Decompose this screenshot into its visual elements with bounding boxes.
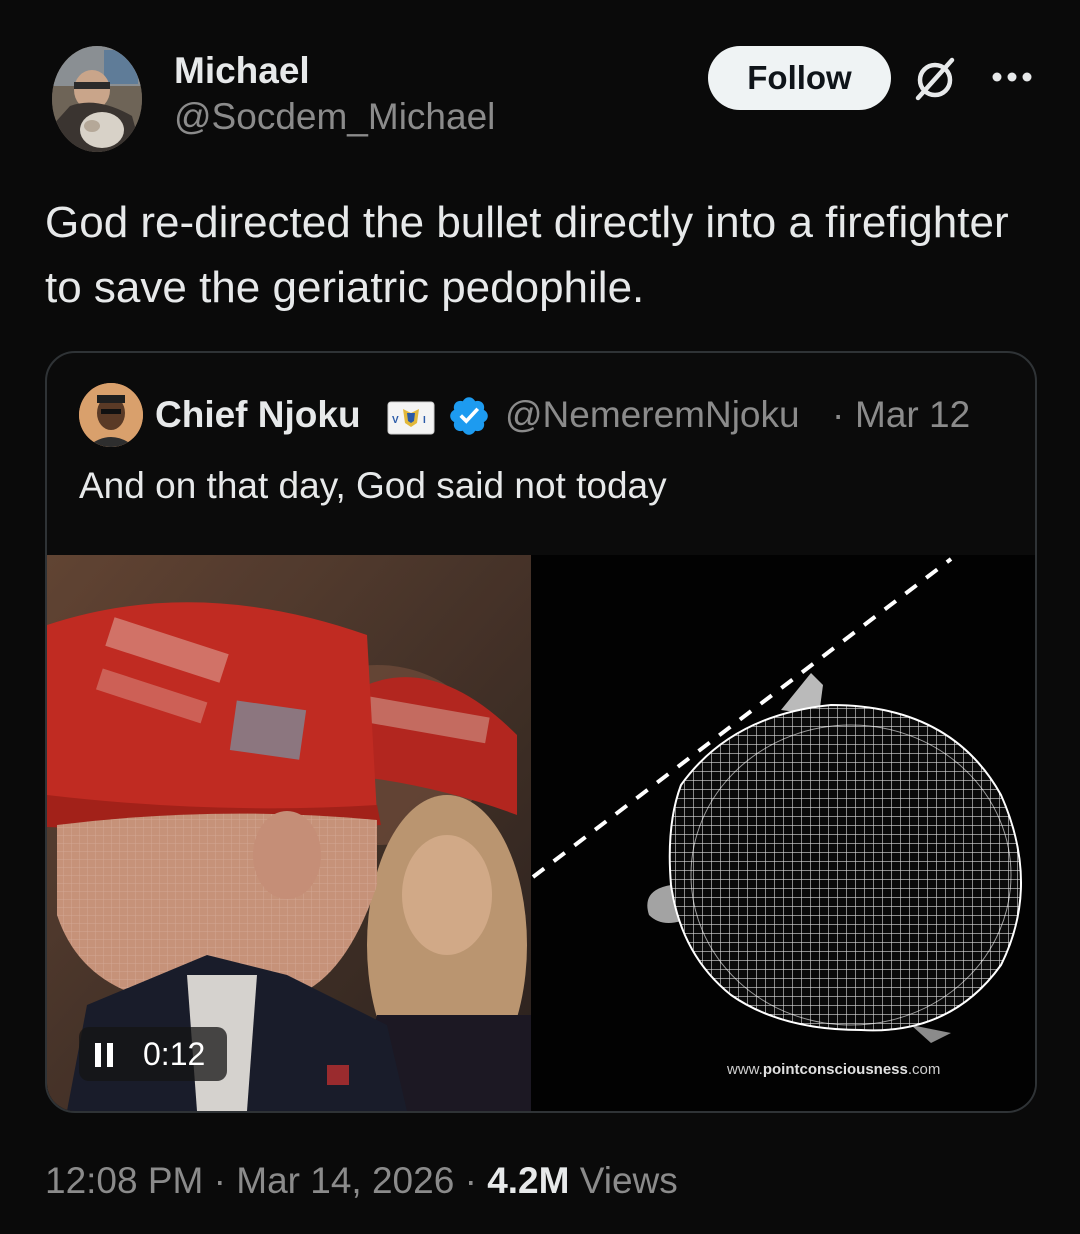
tweet-text: God re-directed the bullet directly into… xyxy=(45,198,1009,312)
separator-dot: · xyxy=(832,394,845,435)
quoted-author-name[interactable]: Chief Njoku xyxy=(155,393,361,437)
svg-text:V: V xyxy=(392,415,399,426)
tweet-date[interactable]: Mar 14, 2026 xyxy=(236,1160,454,1201)
tweet-header: Michael @Socdem_Michael Follow xyxy=(52,44,1042,156)
views-label[interactable]: Views xyxy=(580,1160,678,1201)
verified-badge-icon xyxy=(447,394,491,438)
video-time: 0:12 xyxy=(143,1036,206,1072)
author-name-block[interactable]: Michael @Socdem_Michael xyxy=(174,48,495,140)
watermark-prefix: www. xyxy=(727,1061,763,1078)
meta-separator: · xyxy=(213,1160,226,1201)
video-player[interactable]: www.pointconsciousness.com 0:12 xyxy=(47,555,1035,1111)
svg-text:I: I xyxy=(423,415,426,426)
quoted-tweet-date[interactable]: Mar 12 xyxy=(855,393,970,437)
author-display-name[interactable]: Michael xyxy=(174,48,495,94)
video-watermark: www.pointconsciousness.com xyxy=(727,1061,940,1078)
quoted-author-avatar[interactable] xyxy=(79,383,143,447)
virgin-islands-flag-icon: V I xyxy=(387,401,435,435)
video-controls-pill[interactable]: 0:12 xyxy=(79,1027,227,1081)
watermark-suffix: .com xyxy=(907,1061,941,1078)
more-icon[interactable] xyxy=(990,62,1034,92)
video-frame-graphic xyxy=(531,555,1035,1111)
quoted-tweet-text: And on that day, God said not today xyxy=(79,465,667,506)
tweet-time[interactable]: 12:08 PM xyxy=(45,1160,203,1201)
watermark-domain: pointconsciousness xyxy=(762,1061,908,1078)
author-handle[interactable]: @Socdem_Michael xyxy=(174,94,495,140)
views-count[interactable]: 4.2M xyxy=(487,1160,569,1201)
tweet-meta: 12:08 PM · Mar 14, 2026 · 4.2M Views xyxy=(45,1156,678,1206)
grok-icon[interactable] xyxy=(912,56,958,102)
follow-button[interactable]: Follow xyxy=(708,46,891,110)
pause-icon[interactable] xyxy=(95,1043,117,1067)
meta-separator: · xyxy=(464,1160,477,1201)
quoted-tweet-card[interactable]: Chief Njoku V I @NemeremNjoku · Mar 12 A… xyxy=(45,351,1037,1113)
quoted-author-handle[interactable]: @NemeremNjoku xyxy=(505,393,800,437)
author-avatar[interactable] xyxy=(52,46,142,152)
